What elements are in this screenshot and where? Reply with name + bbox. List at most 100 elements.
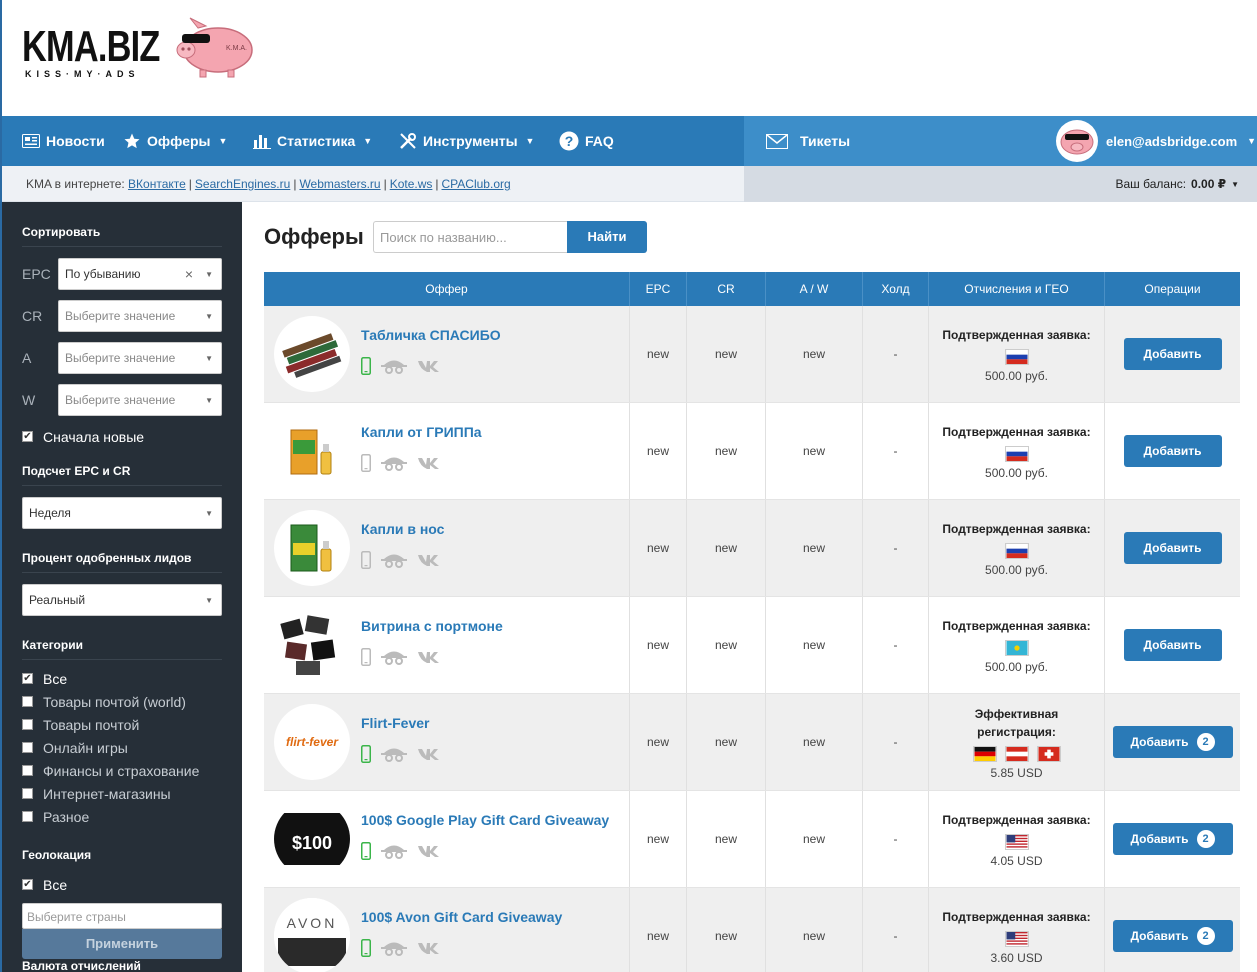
- col-aw[interactable]: A / W: [766, 272, 863, 306]
- nav-faq[interactable]: ? FAQ: [559, 116, 614, 166]
- category-label: Товары почтой (world): [43, 693, 186, 710]
- link-vkontakte[interactable]: ВКонтакте: [128, 177, 186, 191]
- news-icon: [22, 134, 40, 148]
- avatar: [1056, 120, 1098, 162]
- flags: [1004, 833, 1029, 850]
- col-epc[interactable]: EPC: [630, 272, 687, 306]
- offer-thumbnail[interactable]: [274, 510, 350, 586]
- link-kote[interactable]: Kote.ws: [390, 177, 433, 191]
- epc-period-title: Подсчет EPC и CR: [22, 448, 222, 486]
- nav-tickets[interactable]: Тикеты: [766, 116, 850, 166]
- separator: |: [293, 177, 297, 191]
- search-button[interactable]: Найти: [567, 221, 647, 253]
- offer-name[interactable]: 100$ Google Play Gift Card Giveaway: [361, 812, 609, 828]
- geo-cell: Подтвержденная заявка: 4.05 USD: [929, 791, 1105, 887]
- sort-epc-select[interactable]: По убыванию × ▼: [58, 258, 222, 290]
- clear-icon[interactable]: ×: [185, 266, 193, 282]
- star-icon: [124, 133, 140, 149]
- offer-info: Табличка СПАСИБО: [361, 327, 501, 375]
- payout-amount: 500.00 руб.: [985, 368, 1048, 383]
- nav-tools[interactable]: Инструменты ▼: [399, 116, 534, 166]
- add-offer-button[interactable]: Добавить: [1123, 435, 1222, 467]
- offer-thumbnail[interactable]: AVON: [274, 898, 350, 972]
- offer-name[interactable]: Flirt-Fever: [361, 715, 441, 731]
- category-label: Финансы и страхование: [43, 762, 200, 779]
- sort-cr-select[interactable]: Выберите значение ▼: [58, 300, 222, 332]
- geo-all-label: Все: [43, 876, 68, 893]
- add-offer-button[interactable]: Добавить 2: [1112, 726, 1233, 758]
- link-cpaclub[interactable]: CPAClub.org: [442, 177, 511, 191]
- offer-thumbnail[interactable]: flirt-fever: [274, 704, 350, 780]
- approve-select[interactable]: Реальный ▼: [22, 584, 222, 616]
- pig-logo-icon: K.M.A.: [176, 17, 253, 78]
- offer-thumbnail[interactable]: [274, 607, 350, 683]
- offer-name[interactable]: 100$ Avon Gift Card Giveaway: [361, 909, 562, 925]
- col-geo: Отчисления и ГЕО: [929, 272, 1105, 306]
- checkbox-icon: [22, 719, 33, 730]
- epc-period-select[interactable]: Неделя ▼: [22, 497, 222, 529]
- link-searchengines[interactable]: SearchEngines.ru: [195, 177, 290, 191]
- hold-cell: -: [863, 597, 929, 693]
- ops-cell: Добавить 2: [1105, 888, 1240, 972]
- apply-button[interactable]: Применить: [22, 929, 222, 959]
- category-mail[interactable]: Товары почтой: [22, 713, 222, 736]
- category-games[interactable]: Онлайн игры: [22, 736, 222, 759]
- sort-a-select[interactable]: Выберите значение ▼: [58, 342, 222, 374]
- col-cr[interactable]: CR: [687, 272, 766, 306]
- cr-cell: new: [687, 694, 766, 790]
- offer-name[interactable]: Витрина с портмоне: [361, 618, 503, 634]
- vk-icon: [418, 749, 439, 760]
- col-hold[interactable]: Холд: [863, 272, 929, 306]
- chevron-down-icon: ▼: [205, 596, 213, 605]
- nav-offers[interactable]: Офферы ▼: [123, 116, 227, 166]
- filter-sidebar: Сортировать EPC По убыванию × ▼ CR Выберит…: [2, 202, 242, 972]
- chevron-down-icon: ▼: [218, 136, 228, 146]
- vk-icon: [418, 943, 439, 954]
- sort-epc-value: По убыванию: [65, 267, 141, 281]
- offer-name[interactable]: Капли от ГРИППа: [361, 424, 482, 440]
- balance-label: Ваш баланс:: [1115, 177, 1187, 191]
- offer-thumbnail[interactable]: [274, 316, 350, 392]
- balance[interactable]: Ваш баланс: 0.00 ₽ ▼: [744, 166, 1257, 202]
- add-offer-button[interactable]: Добавить: [1123, 629, 1222, 661]
- incognito-icon: [381, 554, 407, 568]
- sort-w-row: W Выберите значение ▼: [22, 379, 222, 421]
- category-all[interactable]: ✔ Все: [22, 667, 222, 690]
- ops-cell: Добавить: [1105, 597, 1240, 693]
- hold-cell: -: [863, 306, 929, 402]
- offer-thumbnail[interactable]: $100: [274, 801, 350, 877]
- add-offer-button[interactable]: Добавить: [1123, 338, 1222, 370]
- offer-name[interactable]: Табличка СПАСИБО: [361, 327, 501, 343]
- payout-type: Подтвержденная заявка:: [942, 521, 1091, 536]
- add-offer-button[interactable]: Добавить: [1123, 532, 1222, 564]
- geo-all-checkbox[interactable]: ✔ Все: [22, 873, 222, 896]
- search-input[interactable]: Поиск по названию...: [373, 221, 569, 253]
- table-row: flirt-fever Flirt-Fever new new new - Эф…: [264, 694, 1240, 791]
- logo[interactable]: KMA.BIZ KISS·MY·ADS K.M.A.: [22, 16, 262, 86]
- link-webmasters[interactable]: Webmasters.ru: [299, 177, 380, 191]
- country-input[interactable]: Выберите страны: [22, 903, 222, 929]
- add-label: Добавить: [1143, 638, 1202, 652]
- category-mail-world[interactable]: Товары почтой (world): [22, 690, 222, 713]
- geo-cell: Эффективная регистрация: 5.85 USD: [929, 694, 1105, 790]
- newest-first-checkbox[interactable]: ✔ Сначала новые: [22, 425, 222, 448]
- aw-cell: new: [766, 403, 863, 499]
- col-offer[interactable]: Оффер: [264, 272, 630, 306]
- offer-name[interactable]: Капли в нос: [361, 521, 444, 537]
- flags: [972, 745, 1061, 762]
- category-shops[interactable]: Интернет-магазины: [22, 782, 222, 805]
- add-offer-button[interactable]: Добавить 2: [1112, 823, 1233, 855]
- category-other[interactable]: Разное: [22, 805, 222, 828]
- nav-stats[interactable]: Статистика ▼: [253, 116, 372, 166]
- logo-subtitle: KISS·MY·ADS: [25, 69, 140, 79]
- table-row: Табличка СПАСИБО new new new - Подтвержд…: [264, 306, 1240, 403]
- nav-news[interactable]: Новости: [22, 116, 105, 166]
- add-offer-button[interactable]: Добавить 2: [1112, 920, 1233, 952]
- offer-thumbnail[interactable]: [274, 413, 350, 489]
- sort-w-select[interactable]: Выберите значение ▼: [58, 384, 222, 416]
- germany-flag-icon: [972, 745, 997, 762]
- category-finance[interactable]: Финансы и страхование: [22, 759, 222, 782]
- user-menu[interactable]: elen@adsbridge.com ▼: [1056, 116, 1256, 166]
- table-row: AVON 100$ Avon Gift Card Giveaway new ne…: [264, 888, 1240, 972]
- nav-tools-label: Инструменты: [423, 133, 518, 149]
